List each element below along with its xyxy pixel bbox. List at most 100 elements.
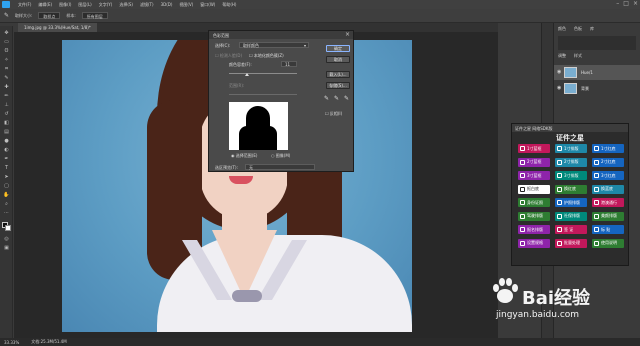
plugin-button[interactable]: 签 证 [555,225,587,234]
visibility-eye-icon[interactable]: ◉ [557,85,561,91]
marquee-tool-icon[interactable]: ▭ [3,39,10,45]
load-button[interactable]: 载入(L)... [326,71,350,78]
radio-selection[interactable]: ◉ 选择范围(E) [231,153,257,159]
plugin-button-icon [557,173,562,178]
plugin-button[interactable]: 换蓝底 [592,184,624,194]
document-tab[interactable]: 1img.jpg @ 33.3%(Hue/Sat, 1/8)* [18,23,97,32]
lasso-tool-icon[interactable]: ʘ [3,48,10,54]
plugin-button[interactable]: 3寸蓝框 [518,171,550,180]
plugin-button[interactable]: 美颜排版 [592,211,624,221]
plugin-button-icon [520,173,525,178]
close-button[interactable]: × [633,0,638,7]
move-tool-icon[interactable]: ✥ [3,30,10,36]
plugin-button[interactable]: 港澳通行 [592,198,624,207]
history-brush-icon[interactable]: ↺ [3,111,10,117]
plugin-button[interactable]: 1寸排版 [555,144,587,153]
menu-3d[interactable]: 3D(D) [161,2,173,7]
brush-tool-icon[interactable]: ✏ [3,93,10,99]
tab-libraries[interactable]: 库 [590,26,594,32]
plugin-button[interactable]: 1寸红底 [592,144,624,153]
background-color-swatch[interactable] [5,225,11,231]
fuzziness-slider-thumb[interactable] [245,73,249,76]
plugin-button[interactable]: 批量处理 [555,238,587,248]
menu-view[interactable]: 视图(V) [179,2,193,8]
save-button[interactable]: 存储(S)... [326,82,350,89]
more-tools-icon[interactable]: ⋯ [3,210,10,216]
quick-select-tool-icon[interactable]: ✧ [3,57,10,63]
menu-filter[interactable]: 滤镜(T) [140,2,154,8]
fuzziness-slider-track[interactable] [229,73,297,74]
ok-button[interactable]: 确定 [326,45,350,52]
plugin-button[interactable]: 3寸红底 [592,171,624,180]
eyedropper-tool-icon[interactable]: ✎ [4,12,9,19]
eyedropper-plus-icon[interactable]: ✎ [334,95,339,102]
menu-help[interactable]: 帮助(H) [222,2,236,8]
plugin-button[interactable]: 2寸红底 [592,157,624,167]
plugin-button[interactable]: 驾驶排版 [518,211,550,221]
fuzziness-input[interactable]: 11 [281,61,297,67]
eyedropper-icon[interactable]: ✎ [3,75,10,81]
preview-mode-select[interactable]: 无 [245,164,315,170]
menu-window[interactable]: 窗口(W) [200,2,215,8]
select-dropdown[interactable]: 取样颜色 ▾ [239,42,309,48]
plugin-button[interactable]: 社保排版 [555,211,587,221]
menu-bar: 文件(F) 编辑(E) 图像(I) 图层(L) 文字(Y) 选择(S) 滤镜(T… [0,0,640,9]
screen-mode-icon[interactable]: ▣ [3,245,10,251]
zoom-level[interactable]: 33.33% [4,340,19,345]
layer-row[interactable]: ◉ Hue/1 [554,65,640,80]
pen-tool-icon[interactable]: ✒ [3,156,10,162]
blur-tool-icon[interactable]: ● [3,138,10,144]
plugin-button[interactable]: 护照排版 [555,198,587,207]
crop-tool-icon[interactable]: ⌗ [3,66,10,72]
plugin-button[interactable]: 设置规格 [518,238,550,248]
menu-image[interactable]: 图像(I) [59,2,71,8]
invert-checkbox[interactable]: ☐ 反相(I) [325,111,342,117]
path-select-icon[interactable]: ➤ [3,174,10,180]
plugin-button[interactable]: 1寸蓝框 [518,144,550,153]
healing-brush-icon[interactable]: ✚ [3,84,10,90]
gradient-tool-icon[interactable]: ▤ [3,129,10,135]
maximize-button[interactable]: □ [623,0,629,7]
dialog-close-icon[interactable]: × [345,31,350,38]
range-slider-track[interactable] [229,94,297,95]
swatch-area[interactable] [558,36,636,50]
type-tool-icon[interactable]: T [3,165,10,171]
eyedropper-minus-icon[interactable]: ✎ [344,95,349,102]
menu-type[interactable]: 文字(Y) [99,2,113,8]
menu-edit[interactable]: 编辑(E) [38,2,52,8]
plugin-button[interactable]: 2寸蓝框 [518,157,550,167]
shape-tool-icon[interactable]: ▢ [3,183,10,189]
tab-adjustments[interactable]: 调整 [558,53,566,59]
layer-row[interactable]: ◉ 背景 [554,81,640,96]
sample-select[interactable]: 所有图层 [81,12,108,19]
menu-file[interactable]: 文件(F) [18,2,31,8]
plugin-button[interactable]: 抠白底 [518,184,550,194]
sample-size-select[interactable]: 取样点 [38,12,61,19]
tab-swatches[interactable]: 色板 [574,26,582,32]
dodge-tool-icon[interactable]: ◐ [3,147,10,153]
baidu-paw-icon [493,278,518,303]
plugin-button[interactable]: 身份证照 [518,198,550,207]
plugin-button[interactable]: 标 贴 [592,225,624,234]
stamp-tool-icon[interactable]: ⊥ [3,102,10,108]
menu-select[interactable]: 选择(S) [119,2,133,8]
quick-mask-icon[interactable]: ◎ [3,236,10,242]
plugin-button[interactable]: 换红底 [555,184,587,194]
zoom-tool-icon[interactable]: ⌕ [3,201,10,207]
plugin-button[interactable]: 3寸排版 [555,171,587,180]
detect-faces-checkbox[interactable]: ☐ 检测人脸(D) [215,53,242,59]
eraser-tool-icon[interactable]: ◧ [3,120,10,126]
minimize-button[interactable]: – [616,0,619,7]
visibility-eye-icon[interactable]: ◉ [557,69,561,75]
plugin-button[interactable]: 报名排版 [518,225,550,234]
plugin-button[interactable]: 使用说明 [592,238,624,248]
eyedropper-icon[interactable]: ✎ [324,95,329,102]
menu-layer[interactable]: 图层(L) [78,2,91,8]
plugin-button[interactable]: 2寸排版 [555,157,587,167]
tab-color[interactable]: 颜色 [558,26,566,32]
localized-clusters-checkbox[interactable]: ☐ 本地化颜色簇(Z) [249,53,284,59]
cancel-button[interactable]: 取消 [326,56,350,63]
tab-styles[interactable]: 样式 [574,53,582,59]
radio-image[interactable]: ○ 图像(M) [271,153,290,159]
hand-tool-icon[interactable]: ✋ [3,192,10,198]
